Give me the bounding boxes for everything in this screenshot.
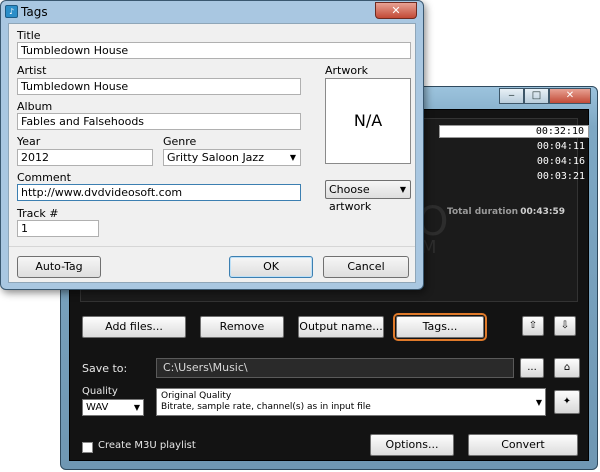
title-input[interactable]: Tumbledown House xyxy=(17,42,411,59)
comment-label: Comment xyxy=(17,171,71,184)
file-duration[interactable]: 00:03:21 xyxy=(439,171,589,184)
app-caption-buttons: ‒ □ ✕ xyxy=(499,88,591,104)
track-label: Track # xyxy=(17,207,59,220)
close-icon[interactable]: ✕ xyxy=(375,2,417,19)
chevron-down-icon: ▼ xyxy=(535,398,542,407)
output-name-button[interactable]: Output name... xyxy=(298,316,384,338)
chevron-down-icon: ▼ xyxy=(399,185,406,194)
album-input[interactable]: Fables and Falsehoods xyxy=(17,113,301,130)
choose-artwork-button[interactable]: Choose artwork ▼ xyxy=(325,180,411,213)
maximize-icon[interactable]: □ xyxy=(524,88,549,104)
total-duration-value: 00:43:59 xyxy=(520,207,565,217)
year-input[interactable]: 2012 xyxy=(17,149,153,166)
quality-description: Bitrate, sample rate, channel(s) as in i… xyxy=(161,402,371,412)
chevron-down-icon: ▼ xyxy=(133,403,140,412)
dialog-client-area: Title Tumbledown House Artist Tumbledown… xyxy=(8,23,416,283)
genre-value: Gritty Saloon Jazz xyxy=(167,151,264,164)
save-to-field[interactable]: C:\Users\Music\ xyxy=(156,358,514,378)
magic-wand-icon[interactable]: ✦ xyxy=(554,390,580,414)
m3u-checkbox[interactable] xyxy=(82,442,93,453)
artist-label: Artist xyxy=(17,64,47,77)
move-down-icon[interactable]: ⇩ xyxy=(554,316,576,336)
minimize-icon[interactable]: ‒ xyxy=(499,88,524,104)
button-divider xyxy=(9,246,415,247)
track-input[interactable]: 1 xyxy=(17,220,99,237)
genre-select[interactable]: Gritty Saloon Jazz ▼ xyxy=(163,149,301,166)
title-label: Title xyxy=(17,29,41,42)
move-up-icon[interactable]: ⇧ xyxy=(522,316,544,336)
add-files-button[interactable]: Add files... xyxy=(82,316,186,338)
total-duration-label: Total duration xyxy=(447,207,519,217)
quality-title: Original Quality xyxy=(161,391,232,401)
save-to-label: Save to: xyxy=(82,362,128,375)
file-duration[interactable]: 00:04:16 xyxy=(439,156,589,169)
year-label: Year xyxy=(17,135,41,148)
open-folder-icon[interactable]: ⌂ xyxy=(554,358,580,378)
file-duration[interactable]: 00:04:11 xyxy=(439,141,589,154)
quality-label: Quality xyxy=(82,386,118,397)
app-icon: ♪ xyxy=(5,5,18,18)
album-label: Album xyxy=(17,100,53,113)
auto-tag-button[interactable]: Auto-Tag xyxy=(17,256,101,278)
format-value: WAV xyxy=(86,402,109,413)
quality-preset-select[interactable]: Original Quality Bitrate, sample rate, c… xyxy=(156,388,546,416)
m3u-label: Create M3U playlist xyxy=(98,440,196,451)
genre-label: Genre xyxy=(163,135,197,148)
file-duration[interactable]: 00:32:10 xyxy=(439,125,589,138)
close-icon[interactable]: ✕ xyxy=(549,88,591,104)
artwork-label: Artwork xyxy=(325,64,368,77)
tags-button[interactable]: Tags... xyxy=(393,313,487,341)
ok-button[interactable]: OK xyxy=(229,256,313,278)
convert-button[interactable]: Convert xyxy=(468,434,578,456)
format-select[interactable]: WAV ▼ xyxy=(82,399,144,416)
chevron-down-icon: ▼ xyxy=(289,153,296,162)
artwork-preview: N/A xyxy=(325,78,411,164)
tags-dialog: ♪ Tags ✕ Title Tumbledown House Artist T… xyxy=(0,0,424,290)
comment-input[interactable]: http://www.dvdvideosoft.com xyxy=(17,184,301,201)
dialog-title: Tags xyxy=(21,5,48,19)
options-button[interactable]: Options... xyxy=(370,434,454,456)
cancel-button[interactable]: Cancel xyxy=(323,256,409,278)
browse-button[interactable]: ... xyxy=(520,358,544,378)
remove-button[interactable]: Remove xyxy=(200,316,284,338)
artist-input[interactable]: Tumbledown House xyxy=(17,78,301,95)
choose-artwork-label: Choose artwork xyxy=(329,183,372,213)
